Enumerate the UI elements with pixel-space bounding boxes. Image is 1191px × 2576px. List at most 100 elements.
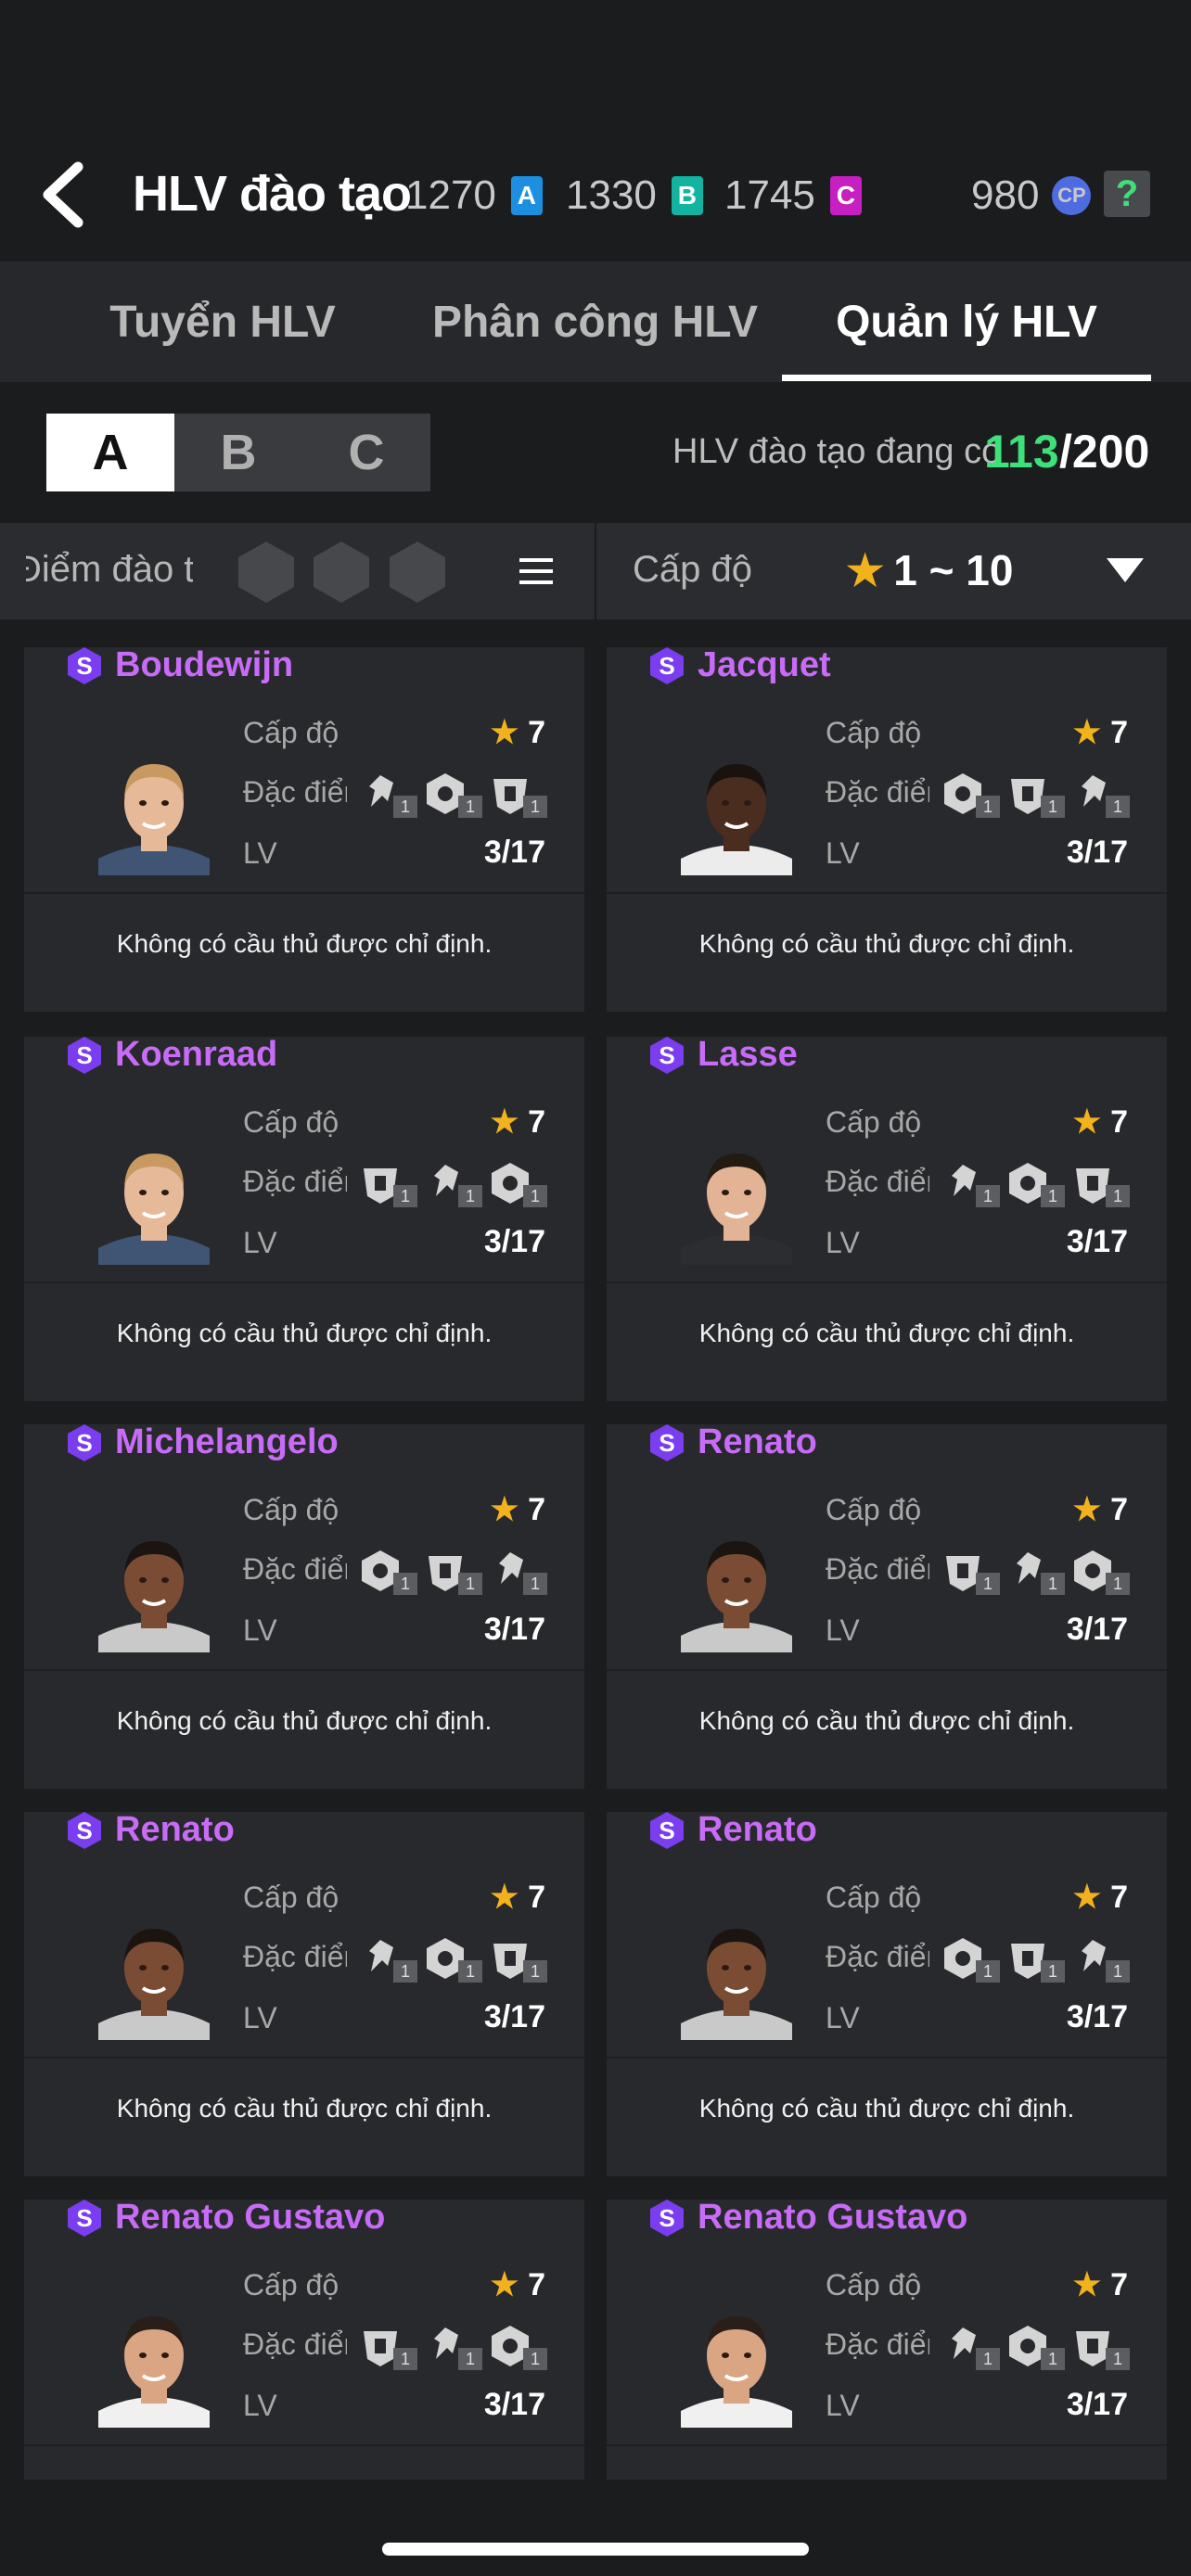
trait-icon[interactable]: 1 — [1069, 770, 1130, 818]
coach-card[interactable]: SRenatoCấp độ★7Đặc điểm111LV3/17Không có… — [607, 1812, 1167, 2176]
coach-card[interactable]: SRenatoCấp độ★7Đặc điểm111LV3/17Không có… — [24, 1812, 584, 2176]
trait-icon[interactable]: 1 — [356, 2322, 417, 2370]
coach-count-label: HLV đào tạo đang có — [672, 432, 1002, 471]
lv-value: 3/17 — [483, 835, 545, 870]
coach-card[interactable]: SMichelangelo Cấp độ ★7 Đặc điểm 1 1 1 LV 3/17 Kh… — [24, 1424, 584, 1789]
trait-icon[interactable]: 1 — [1004, 1547, 1065, 1595]
coach-card[interactable]: SRenato Gustavo Cấp độ ★7 Đặc điểm 1 1 1 LV 3/17… — [24, 2200, 584, 2480]
trait-count: 1 — [1106, 796, 1130, 818]
lv-value: 3/17 — [1066, 1224, 1128, 1259]
currency-b-amount: 1330 — [566, 172, 657, 218]
tab-bar: Tuyển HLV Phân công HLV Quản lý HLV — [0, 261, 1191, 382]
back-button[interactable] — [37, 158, 93, 232]
lv-value: 3/17 — [483, 1999, 545, 2034]
star-level-value: ★ 7 — [1072, 715, 1128, 750]
trait-icon[interactable]: 1 — [1069, 1547, 1130, 1595]
trait-icon[interactable]: 1 — [356, 1934, 417, 1983]
trait-icon[interactable]: 1 — [939, 1159, 1000, 1207]
coach-card[interactable]: SJacquet Cấp độ ★7 Đặc điểm 1 1 1 LV 3/17 Không c… — [607, 647, 1167, 1012]
coach-card[interactable]: SLasse Cấp độ ★7 Đặc điểm 1 1 1 LV 3/17 Không có … — [607, 1037, 1167, 1401]
coach-avatar — [98, 2302, 210, 2428]
level-label: Cấp độ — [826, 2268, 922, 2302]
trait-icon[interactable]: 1 — [356, 770, 417, 818]
coach-card[interactable]: SRenato Gustavo Cấp độ ★7 Đặc điểm 1 1 1 LV 3/17… — [607, 2200, 1167, 2480]
trait-icon[interactable]: 1 — [486, 2322, 547, 2370]
star-icon: ★ — [1072, 2267, 1102, 2302]
list-menu-icon[interactable] — [518, 553, 555, 590]
coach-card[interactable]: SBoudewijn Cấp độ ★7 Đặc điểm 1 1 1 LV 3/17 Không… — [24, 647, 584, 1012]
trait-icon[interactable]: 1 — [486, 1547, 547, 1595]
coach-count-current: 113 — [984, 426, 1059, 478]
trait-icon[interactable]: 1 — [421, 770, 482, 818]
s-grade-badge-icon: S — [650, 1424, 684, 1461]
coach-name: S Lasse — [647, 1037, 798, 1075]
svg-text:S: S — [76, 652, 92, 680]
trait-list: 1 1 1 — [356, 1934, 551, 1983]
coach-avatar — [98, 1139, 210, 1265]
trait-icon[interactable]: 1 — [1069, 1934, 1130, 1983]
assignment-status: Không có cầu thủ được chỉ định. — [116, 1706, 493, 1735]
lv-label: LV — [243, 2389, 277, 2422]
coach-card[interactable]: SKoenraad Cấp độ ★7 Đặc điểm 1 1 1 LV 3/17 Không … — [24, 1037, 584, 1401]
trait-icon[interactable]: 1 — [939, 1547, 1000, 1595]
star-level-value: ★ 7 — [1072, 1880, 1128, 1915]
trait-icon[interactable]: 1 — [421, 1934, 482, 1983]
trait-count: 1 — [523, 2348, 547, 2370]
coach-avatar — [98, 1914, 210, 2040]
level-range-value[interactable]: ★ 1 ~ 10 — [846, 545, 1013, 595]
level-label: Cấp độ — [826, 1105, 922, 1139]
trait-icon[interactable]: 1 — [1004, 1159, 1065, 1207]
trait-count: 1 — [523, 796, 547, 818]
dropdown-arrow-icon[interactable] — [1107, 558, 1144, 582]
trait-slot-icon[interactable] — [387, 540, 448, 605]
coach-avatar — [681, 2302, 792, 2428]
svg-text:S: S — [76, 1817, 92, 1844]
trait-icon[interactable]: 1 — [421, 2322, 482, 2370]
assignment-status: Không có cầu thủ được chỉ định. — [698, 2094, 1075, 2123]
lv-label: LV — [826, 836, 860, 870]
trait-list: 1 1 1 — [356, 2322, 551, 2370]
trait-icon[interactable]: 1 — [356, 1547, 417, 1595]
trait-slot-icon[interactable] — [236, 540, 297, 605]
coach-card[interactable]: SRenatoCấp độ★7Đặc điểm111LV3/17Không có… — [607, 1424, 1167, 1789]
coach-avatar — [98, 1526, 210, 1652]
ticket-c-icon: C — [829, 176, 862, 215]
lv-label: LV — [243, 836, 277, 870]
trait-icon[interactable]: 1 — [486, 1159, 547, 1207]
trait-icon[interactable]: 1 — [1069, 2322, 1130, 2370]
grade-c-button[interactable]: C — [302, 414, 430, 491]
svg-text:S: S — [659, 2204, 674, 2232]
trait-list: 1 1 1 — [939, 1159, 1133, 1207]
trait-slot-icon[interactable] — [311, 540, 372, 605]
star-icon: ★ — [846, 546, 885, 594]
tab-recruit-coach[interactable]: Tuyển HLV — [37, 261, 408, 382]
trait-icon[interactable]: 1 — [939, 1934, 1000, 1983]
trait-icon[interactable]: 1 — [421, 1547, 482, 1595]
grade-a-button[interactable]: A — [46, 414, 174, 491]
trait-icon[interactable]: 1 — [939, 2322, 1000, 2370]
star-level-value: ★ 7 — [490, 2267, 545, 2302]
star-icon: ★ — [1072, 1104, 1102, 1140]
trait-icon[interactable]: 1 — [1069, 1159, 1130, 1207]
traits-label: Đặc điểm — [243, 1940, 347, 1973]
trait-icon[interactable]: 1 — [486, 1934, 547, 1983]
tab-assign-coach[interactable]: Phân công HLV — [408, 261, 782, 382]
trait-icon[interactable]: 1 — [939, 770, 1000, 818]
cp-icon: CP — [1052, 176, 1092, 215]
tab-manage-coach[interactable]: Quản lý HLV — [782, 261, 1151, 382]
trait-icon[interactable]: 1 — [356, 1159, 417, 1207]
trait-list: 1 1 1 — [356, 770, 551, 818]
sort-by-label[interactable]: Điểm đào tạo — [26, 549, 193, 591]
trait-count: 1 — [976, 1573, 1000, 1595]
trait-icon[interactable]: 1 — [1004, 770, 1065, 818]
grade-segmented-control: A B C — [46, 414, 430, 491]
trait-icon[interactable]: 1 — [1004, 2322, 1065, 2370]
grade-b-button[interactable]: B — [174, 414, 302, 491]
trait-icon[interactable]: 1 — [1004, 1934, 1065, 1983]
star-level-value: ★ 7 — [490, 715, 545, 750]
trait-icon[interactable]: 1 — [421, 1159, 482, 1207]
star-level-value: ★ 7 — [1072, 1492, 1128, 1527]
help-button[interactable]: ? — [1104, 171, 1150, 217]
trait-icon[interactable]: 1 — [486, 770, 547, 818]
back-arrow-icon — [43, 161, 83, 228]
